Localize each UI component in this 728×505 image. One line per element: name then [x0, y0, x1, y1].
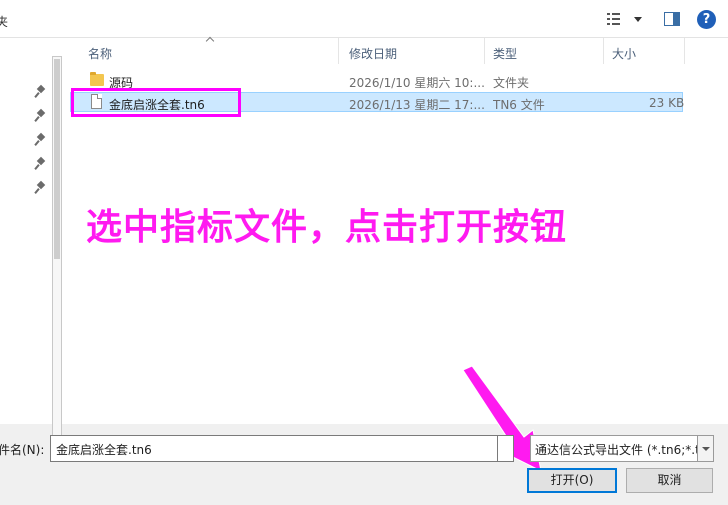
filename-input[interactable]: 金底启涨全套.tn6 [50, 435, 498, 462]
chevron-down-icon[interactable] [697, 435, 714, 462]
open-button[interactable]: 打开(O) [527, 468, 617, 493]
pointer-arrow-icon [462, 365, 542, 472]
filename-label: 件名(N): [0, 443, 45, 457]
filename-dropdown[interactable] [498, 435, 514, 462]
filetype-select[interactable]: 通达信公式导出文件 (*.tn6;*.tn [530, 435, 714, 462]
cancel-button[interactable]: 取消 [626, 468, 713, 493]
